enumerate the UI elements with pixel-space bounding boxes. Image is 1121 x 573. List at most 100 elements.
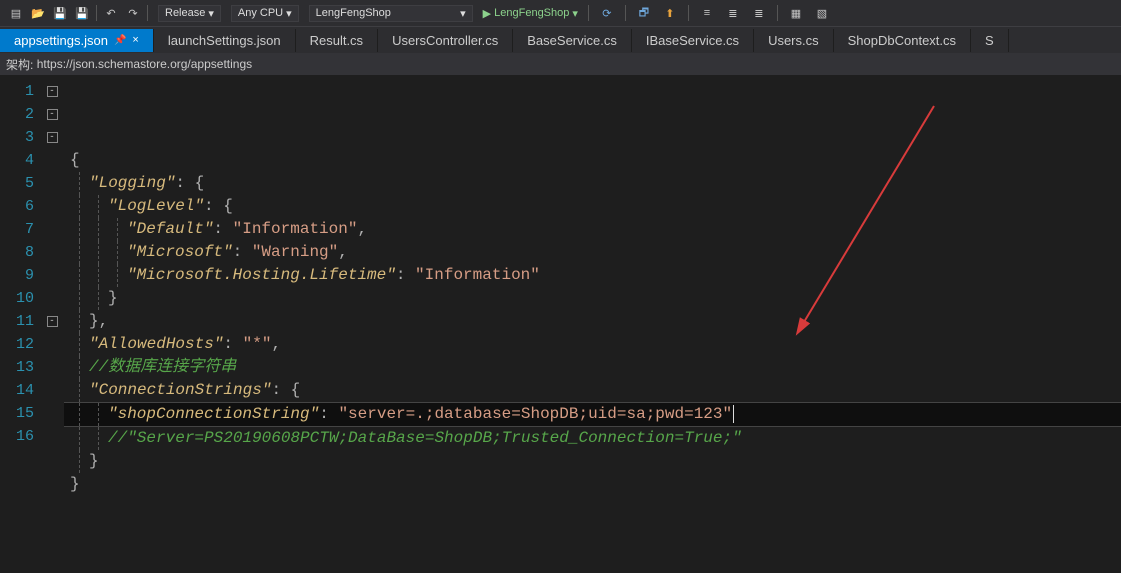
tab-ibaseservice-cs[interactable]: IBaseService.cs: [632, 29, 754, 52]
fold-cell: [40, 287, 64, 310]
token-brace: {: [291, 381, 301, 399]
line-number: 3: [6, 126, 34, 149]
code-line[interactable]: },: [64, 310, 1121, 333]
line-number: 11: [6, 310, 34, 333]
fold-cell[interactable]: -: [40, 103, 64, 126]
pin-icon[interactable]: 📌: [114, 35, 126, 46]
toolbar-sep: [688, 5, 689, 21]
token-punc: ,: [338, 243, 348, 261]
tab-launchsettings-json[interactable]: launchSettings.json: [154, 29, 296, 52]
align-icon[interactable]: ≡: [699, 5, 715, 21]
fold-cell[interactable]: -: [40, 126, 64, 149]
code-area[interactable]: {"Logging": {"LogLevel": {"Default": "In…: [64, 76, 1121, 573]
token-brace: }: [89, 452, 99, 470]
token-key: "LogLevel": [108, 197, 204, 215]
code-line[interactable]: //数据库连接字符串: [64, 356, 1121, 379]
line-number: 16: [6, 425, 34, 448]
startup-project-dropdown[interactable]: LengFengShop ▾: [309, 5, 473, 22]
fold-cell: [40, 241, 64, 264]
tab-userscontroller-cs[interactable]: UsersController.cs: [378, 29, 513, 52]
tab-appsettings-json[interactable]: appsettings.json📌×: [0, 29, 154, 52]
folding-gutter[interactable]: - - - -: [40, 76, 64, 573]
code-line[interactable]: //"Server=PS20190608PCTW;DataBase=ShopDB…: [64, 427, 1121, 450]
fold-cell: [40, 218, 64, 241]
token-punc: :: [319, 405, 338, 423]
run-button[interactable]: ▶ LengFengShop ▾: [483, 7, 578, 20]
token-punc: :: [213, 220, 232, 238]
token-str: "Information": [415, 266, 540, 284]
publish-icon[interactable]: ⬆: [662, 5, 678, 21]
close-icon[interactable]: ×: [132, 34, 138, 46]
platform-dropdown[interactable]: Any CPU ▾: [231, 5, 299, 22]
fold-cell[interactable]: -: [40, 310, 64, 333]
browser-link-icon[interactable]: 🗗: [636, 5, 652, 21]
fold-cell: [40, 264, 64, 287]
fold-minus-icon[interactable]: -: [47, 316, 58, 327]
token-key: "Microsoft.Hosting.Lifetime": [127, 266, 396, 284]
code-line[interactable]: "LogLevel": {: [64, 195, 1121, 218]
token-brace: {: [70, 151, 80, 169]
toolbar-sep: [96, 5, 97, 21]
undo-icon[interactable]: ↶: [103, 5, 119, 21]
token-str: "*": [243, 335, 272, 353]
code-line[interactable]: }: [64, 450, 1121, 473]
line-number: 2: [6, 103, 34, 126]
indent-icon[interactable]: ≣: [725, 5, 741, 21]
line-number: 8: [6, 241, 34, 264]
new-file-icon[interactable]: ▤: [8, 5, 24, 21]
text-cursor: [733, 405, 734, 423]
save-all-icon[interactable]: 💾: [74, 5, 90, 21]
comment-icon[interactable]: ▦: [788, 5, 804, 21]
token-brace: {: [195, 174, 205, 192]
code-line[interactable]: "Default": "Information",: [64, 218, 1121, 241]
tab-users-cs[interactable]: Users.cs: [754, 29, 834, 52]
redo-icon[interactable]: ↷: [125, 5, 141, 21]
config-dropdown[interactable]: Release ▾: [158, 5, 221, 22]
code-line[interactable]: {: [64, 149, 1121, 172]
token-str: "Warning": [252, 243, 338, 261]
toolbar-sep: [147, 5, 148, 21]
token-punc: :: [396, 266, 415, 284]
token-punc: :: [175, 174, 194, 192]
code-line[interactable]: "shopConnectionString": "server=.;databa…: [64, 402, 1121, 427]
fold-cell[interactable]: -: [40, 80, 64, 103]
tab-baseservice-cs[interactable]: BaseService.cs: [513, 29, 632, 52]
code-line[interactable]: "Logging": {: [64, 172, 1121, 195]
open-icon[interactable]: 📂: [30, 5, 46, 21]
line-number: 13: [6, 356, 34, 379]
fold-minus-icon[interactable]: -: [47, 86, 58, 97]
schema-label: 架构:: [6, 56, 33, 73]
code-line[interactable]: "AllowedHosts": "*",: [64, 333, 1121, 356]
run-label: LengFengShop: [494, 7, 569, 19]
code-line[interactable]: }: [64, 473, 1121, 496]
line-number: 10: [6, 287, 34, 310]
code-editor[interactable]: 12345678910111213141516 --- - {"Logging"…: [0, 76, 1121, 573]
line-number: 7: [6, 218, 34, 241]
fold-cell: [40, 172, 64, 195]
tab-result-cs[interactable]: Result.cs: [296, 29, 378, 52]
save-icon[interactable]: 💾: [52, 5, 68, 21]
tab-overflow[interactable]: S: [971, 29, 1009, 52]
line-number: 1: [6, 80, 34, 103]
toolbar-sep: [588, 5, 589, 21]
token-key: "AllowedHosts": [89, 335, 223, 353]
token-cmt: //数据库连接字符串: [89, 358, 236, 376]
refresh-icon[interactable]: ⟳: [599, 5, 615, 21]
line-number: 12: [6, 333, 34, 356]
startup-project-label: LengFengShop: [316, 7, 391, 19]
token-key: "Microsoft": [127, 243, 233, 261]
schema-bar: 架构: https://json.schemastore.org/appsett…: [0, 53, 1121, 76]
outdent-icon[interactable]: ≣: [751, 5, 767, 21]
token-punc: ,: [99, 312, 109, 330]
code-line[interactable]: "Microsoft": "Warning",: [64, 241, 1121, 264]
schema-url[interactable]: https://json.schemastore.org/appsettings: [37, 57, 252, 71]
fold-minus-icon[interactable]: -: [47, 132, 58, 143]
code-line[interactable]: "Microsoft.Hosting.Lifetime": "Informati…: [64, 264, 1121, 287]
code-line[interactable]: }: [64, 287, 1121, 310]
fold-minus-icon[interactable]: -: [47, 109, 58, 120]
tab-shopdbcontext-cs[interactable]: ShopDbContext.cs: [834, 29, 971, 52]
line-number: 4: [6, 149, 34, 172]
code-line[interactable]: [64, 496, 1121, 519]
uncomment-icon[interactable]: ▧: [814, 5, 830, 21]
code-line[interactable]: "ConnectionStrings": {: [64, 379, 1121, 402]
